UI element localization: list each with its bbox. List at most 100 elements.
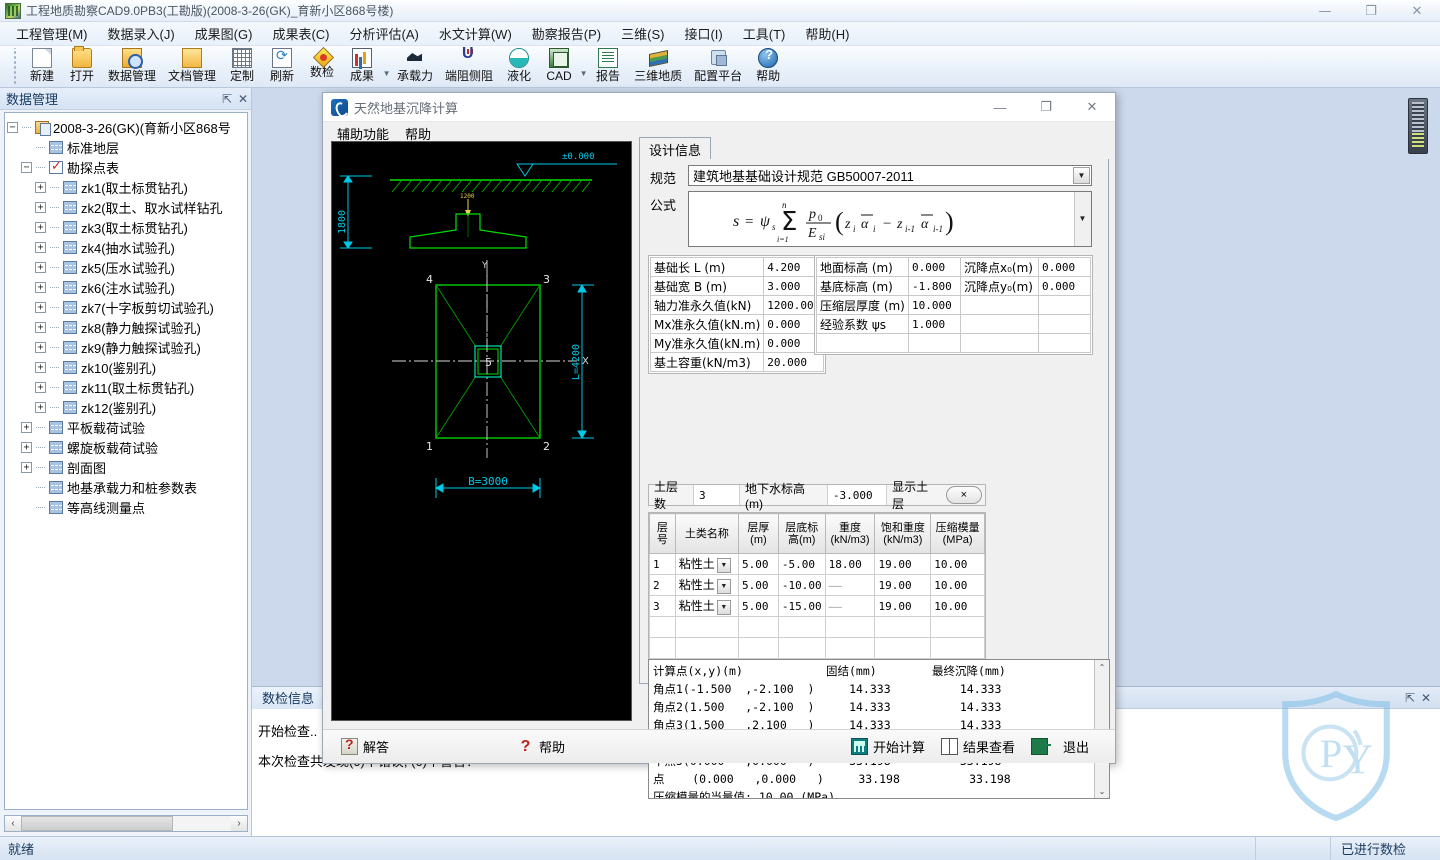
tree-node-zk11[interactable]: + zk11(取土标贯钻孔) bbox=[7, 377, 245, 397]
close-icon[interactable]: ✕ bbox=[1418, 691, 1434, 705]
water-level-input[interactable]: -3.000 bbox=[828, 485, 887, 505]
cell-unit-weight[interactable]: —— bbox=[825, 575, 875, 596]
spec-combobox[interactable]: 建筑地基基础设计规范 GB50007-2011 ▼ bbox=[688, 165, 1092, 186]
cell-sat-weight[interactable]: 19.00 bbox=[875, 596, 931, 617]
toolbar-refresh[interactable]: 刷新 bbox=[262, 46, 302, 86]
table-row[interactable]: 基础长 L (m) 4.200 bbox=[651, 258, 824, 277]
expander-icon[interactable]: + bbox=[35, 342, 46, 353]
menu-survey-report[interactable]: 勘察报告(P) bbox=[522, 21, 611, 46]
expander-icon[interactable]: + bbox=[35, 202, 46, 213]
table-row[interactable]: 2 粘性土▼ 5.00 -10.00 —— 19.00 10.00 bbox=[650, 575, 985, 596]
cell-empty[interactable] bbox=[875, 638, 931, 659]
table-row[interactable] bbox=[817, 334, 1091, 353]
tree-node-zk12[interactable]: + zk12(鉴别孔) bbox=[7, 397, 245, 417]
tree-node-contour-survey-points[interactable]: 等高线测量点 bbox=[7, 497, 245, 517]
menu-project[interactable]: 工程管理(M) bbox=[6, 21, 98, 46]
exit-button[interactable]: 退出 bbox=[1023, 733, 1097, 761]
chevron-down-icon[interactable]: ▼ bbox=[717, 600, 731, 615]
expander-icon[interactable]: + bbox=[35, 362, 46, 373]
param-value[interactable] bbox=[1039, 296, 1091, 315]
cell-soil-type[interactable]: 粘性土▼ bbox=[675, 575, 738, 596]
table-row[interactable]: My准永久值(kN.m) 0.000 bbox=[651, 334, 824, 353]
menu-tools[interactable]: 工具(T) bbox=[733, 21, 796, 46]
param-value[interactable]: 20.000 bbox=[764, 353, 824, 372]
cell-soil-type[interactable]: 粘性土▼ bbox=[675, 554, 738, 575]
toolbar-grip[interactable] bbox=[12, 48, 18, 84]
tree-node-zk7[interactable]: + zk7(十字板剪切试验孔) bbox=[7, 297, 245, 317]
layer-indicator-widget[interactable] bbox=[1408, 98, 1428, 154]
toolbar-customize[interactable]: 定制 bbox=[222, 46, 262, 86]
scroll-track[interactable] bbox=[21, 816, 231, 831]
cell-empty[interactable] bbox=[875, 617, 931, 638]
toolbar-new[interactable]: 新建 bbox=[22, 46, 62, 86]
param-value[interactable]: 0.000 bbox=[1039, 277, 1091, 296]
cell-modulus[interactable]: 10.00 bbox=[931, 575, 985, 596]
scroll-up-icon[interactable]: ⌃ bbox=[1099, 660, 1106, 674]
view-results-button[interactable]: 结果查看 bbox=[933, 733, 1023, 761]
cell-empty[interactable] bbox=[738, 638, 778, 659]
cell-thickness[interactable]: 5.00 bbox=[738, 596, 778, 617]
tree-node-zk6[interactable]: + zk6(注水试验孔) bbox=[7, 277, 245, 297]
answer-button[interactable]: 解答 bbox=[333, 733, 397, 761]
table-row[interactable]: 1 粘性土▼ 5.00 -5.00 18.00 19.00 10.00 bbox=[650, 554, 985, 575]
project-tree[interactable]: − 2008-3-26(GK)(育新小区868号 标准地层 − 勘探点表 + bbox=[4, 112, 248, 810]
param-value[interactable] bbox=[1039, 334, 1091, 353]
cell-empty[interactable] bbox=[931, 617, 985, 638]
cell-modulus[interactable]: 10.00 bbox=[931, 596, 985, 617]
scroll-down-icon[interactable]: ⌄ bbox=[1099, 784, 1106, 798]
tree-node-zk9[interactable]: + zk9(静力触探试验孔) bbox=[7, 337, 245, 357]
pin-icon[interactable]: ⇱ bbox=[219, 92, 235, 106]
dialog-maximize-button[interactable]: ❐ bbox=[1023, 93, 1069, 122]
cell-modulus[interactable]: 10.00 bbox=[931, 554, 985, 575]
cell-sat-weight[interactable]: 19.00 bbox=[875, 554, 931, 575]
start-calculation-button[interactable]: 开始计算 bbox=[843, 733, 933, 761]
menu-3d[interactable]: 三维(S) bbox=[611, 21, 674, 46]
cell-empty[interactable] bbox=[825, 638, 875, 659]
toolbar-results[interactable]: 成果 bbox=[342, 46, 382, 86]
menu-result-table[interactable]: 成果表(C) bbox=[262, 21, 339, 46]
menu-result-drawing[interactable]: 成果图(G) bbox=[185, 21, 263, 46]
cell-bottom-elev[interactable]: -15.00 bbox=[778, 596, 825, 617]
expander-icon[interactable]: + bbox=[35, 282, 46, 293]
expander-icon[interactable]: + bbox=[35, 262, 46, 273]
expander-icon[interactable]: + bbox=[35, 382, 46, 393]
cell-empty[interactable] bbox=[778, 638, 825, 659]
tree-node-zk2[interactable]: + zk2(取土、取水试样钻孔 bbox=[7, 197, 245, 217]
chevron-down-icon[interactable]: ▼ bbox=[717, 558, 731, 573]
tree-node-zk5[interactable]: + zk5(压水试验孔) bbox=[7, 257, 245, 277]
dialog-close-button[interactable]: ✕ bbox=[1069, 93, 1115, 122]
table-row[interactable]: 基底标高 (m) -1.800 沉降点y₀(m) 0.000 bbox=[817, 277, 1091, 296]
results-dropdown-caret-icon[interactable]: ▼ bbox=[382, 46, 391, 86]
foundation-cad-preview[interactable]: ±0.000 bbox=[331, 141, 632, 721]
menu-help[interactable]: 帮助(H) bbox=[795, 21, 859, 46]
soil-layers-grid[interactable]: 层号 土类名称 层厚 (m) 层底标 高(m) 重度 (kN/m3) 饱和重度 … bbox=[648, 512, 986, 660]
help-button[interactable]: ? 帮助 bbox=[509, 733, 573, 761]
cell-empty[interactable] bbox=[675, 638, 738, 659]
toolbar-cad[interactable]: CAD bbox=[539, 46, 579, 86]
tree-node-plate-load-test[interactable]: + 平板载荷试验 bbox=[7, 417, 245, 437]
expander-icon[interactable]: + bbox=[35, 222, 46, 233]
table-row[interactable] bbox=[650, 638, 985, 659]
toolbar-liquefaction[interactable]: 液化 bbox=[499, 46, 539, 86]
cell-empty[interactable] bbox=[738, 617, 778, 638]
param-value[interactable]: -1.800 bbox=[909, 277, 961, 296]
tree-node-zk1[interactable]: + zk1(取土标贯钻孔) bbox=[7, 177, 245, 197]
param-value[interactable]: 0.000 bbox=[1039, 258, 1091, 277]
scroll-left-icon[interactable]: ‹ bbox=[5, 816, 21, 831]
expander-icon[interactable]: + bbox=[35, 322, 46, 333]
expander-icon[interactable]: + bbox=[35, 302, 46, 313]
table-row[interactable]: 基土容重(kN/m3) 20.000 bbox=[651, 353, 824, 372]
table-row[interactable]: 基础宽 B (m) 3.000 bbox=[651, 277, 824, 296]
table-row[interactable]: 3 粘性土▼ 5.00 -15.00 —— 19.00 10.00 bbox=[650, 596, 985, 617]
table-row[interactable]: Mx准永久值(kN.m) 0.000 bbox=[651, 315, 824, 334]
cell-bottom-elev[interactable]: -10.00 bbox=[778, 575, 825, 596]
toolbar-help[interactable]: 帮助 bbox=[748, 46, 788, 86]
tree-node-zk10[interactable]: + zk10(鉴别孔) bbox=[7, 357, 245, 377]
dialog-minimize-button[interactable]: — bbox=[977, 93, 1023, 122]
show-layers-button[interactable]: × bbox=[946, 486, 982, 504]
expander-icon[interactable]: + bbox=[21, 462, 32, 473]
table-row[interactable]: 地面标高 (m) 0.000 沉降点x₀(m) 0.000 bbox=[817, 258, 1091, 277]
tree-node-zk8[interactable]: + zk8(静力触探试验孔) bbox=[7, 317, 245, 337]
cell-bottom-elev[interactable]: -5.00 bbox=[778, 554, 825, 575]
cell-sat-weight[interactable]: 19.00 bbox=[875, 575, 931, 596]
